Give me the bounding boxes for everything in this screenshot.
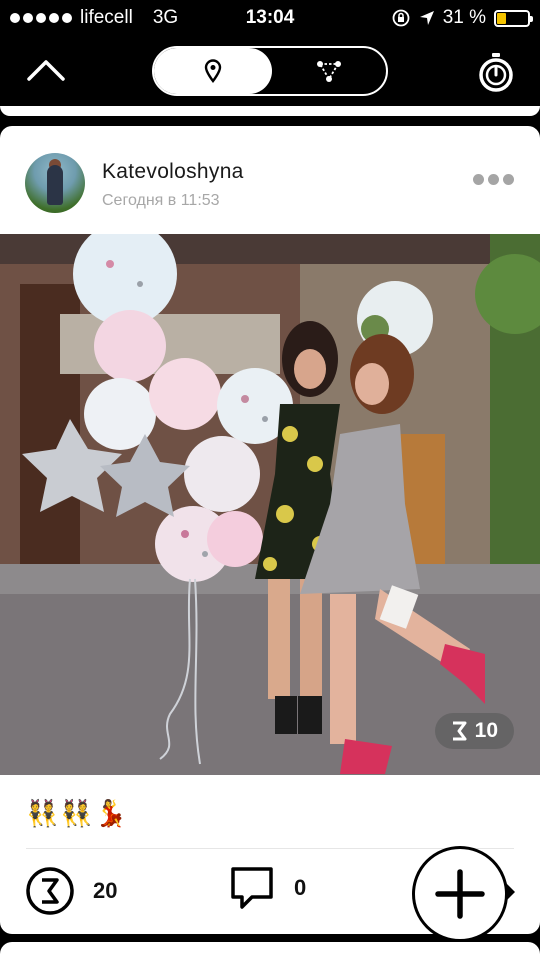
photo-illustration (0, 234, 540, 775)
more-options-icon[interactable] (473, 174, 514, 185)
photo-coin-count: 10 (474, 719, 498, 742)
location-arrow-icon (419, 11, 434, 25)
next-card-edge (0, 942, 540, 960)
status-indicators: 31 % (391, 7, 533, 29)
location-pin-icon (204, 59, 222, 83)
post-caption: 👯👯💃 (26, 798, 130, 828)
status-bar: lifecell 3G 13:04 31 % (0, 0, 540, 36)
network-triangle-icon (317, 61, 341, 82)
rotation-lock-icon (392, 9, 410, 27)
collapse-button[interactable] (22, 50, 70, 90)
battery-percent: 31 % (442, 7, 486, 28)
stopwatch-icon (479, 53, 513, 92)
chevron-up-icon (27, 60, 65, 81)
post-timestamp: Сегодня в 11:53 (102, 192, 220, 209)
comment-icon (231, 867, 273, 909)
coin-icon (452, 721, 467, 741)
add-post-button[interactable] (412, 846, 508, 942)
post-photo[interactable]: 10 (0, 234, 540, 775)
post-header: Katevoloshyna Сегодня в 11:53 (0, 126, 540, 234)
nav-bar (0, 36, 540, 106)
plus-icon (435, 869, 485, 919)
coin-count: 20 (93, 878, 118, 903)
battery-icon (494, 9, 533, 27)
coin-icon (26, 867, 74, 915)
comment-count: 0 (294, 875, 307, 900)
view-segmented-control (152, 46, 388, 96)
tab-nearby[interactable] (154, 48, 272, 94)
timer-button[interactable] (474, 50, 518, 94)
post-card: Katevoloshyna Сегодня в 11:53 10 👯👯💃 20 … (0, 126, 540, 934)
photo-coin-badge[interactable]: 10 (434, 713, 514, 749)
avatar[interactable] (25, 153, 85, 213)
previous-card-edge (0, 106, 540, 116)
coin-button[interactable]: 20 (25, 866, 117, 916)
post-username[interactable]: Katevoloshyna (102, 160, 244, 184)
comment-button[interactable]: 0 (228, 864, 306, 912)
tab-network[interactable] (272, 48, 386, 94)
